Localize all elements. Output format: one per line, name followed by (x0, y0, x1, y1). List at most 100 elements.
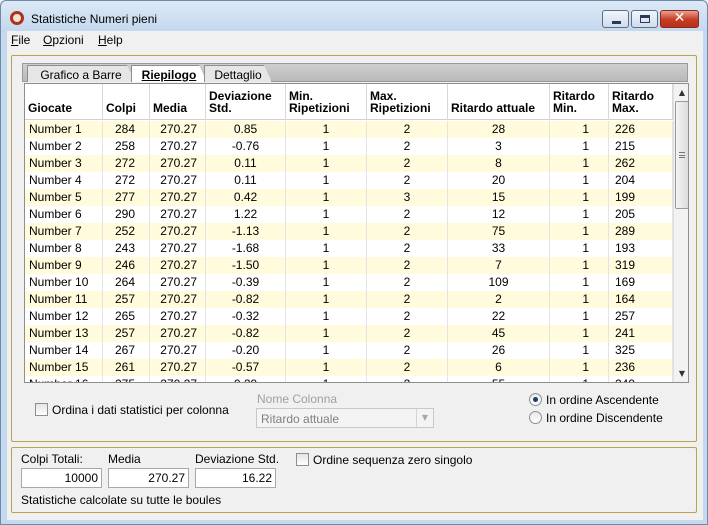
table-row[interactable]: Number 12 265 270.27 -0.32 1 2 22 1 257 (25, 308, 673, 325)
table-row[interactable]: Number 14 267 270.27 -0.20 1 2 26 1 325 (25, 342, 673, 359)
table-row[interactable]: Number 11 257 270.27 -0.82 1 2 2 1 164 (25, 291, 673, 308)
table-row[interactable]: Number 2 258 270.27 -0.76 1 2 3 1 215 (25, 138, 673, 155)
scroll-up-icon[interactable]: ▲ (674, 84, 688, 101)
table-cell: 2 (367, 342, 448, 359)
maximize-button[interactable] (631, 10, 658, 28)
tab-strip: Grafico a Barre Riepilogo Dettaglio (22, 63, 688, 82)
window-title: Statistiche Numeri pieni (31, 12, 158, 26)
table-row[interactable]: Number 5 277 270.27 0.42 1 3 15 1 199 (25, 189, 673, 206)
table-row[interactable]: Number 7 252 270.27 -1.13 1 2 75 1 289 (25, 223, 673, 240)
minimize-button[interactable] (602, 10, 629, 28)
table-cell: 22 (448, 308, 550, 325)
table-cell: 2 (367, 376, 448, 382)
table-cell: 270.27 (150, 206, 206, 223)
column-header[interactable]: Deviazione Std. (206, 84, 286, 120)
table-cell: Number 12 (25, 308, 103, 325)
table-row[interactable]: Number 3 272 270.27 0.11 1 2 8 1 262 (25, 155, 673, 172)
table-cell: 2 (367, 223, 448, 240)
table-cell: 205 (609, 206, 673, 223)
footnote: Statistiche calcolate su tutte le boules (21, 493, 222, 507)
close-button[interactable]: ✕ (660, 10, 699, 28)
table-cell: 1 (550, 138, 609, 155)
table-cell: -0.82 (206, 325, 286, 342)
table-cell: 270.27 (150, 155, 206, 172)
table-cell: 270.27 (150, 291, 206, 308)
table-cell: 1 (286, 308, 367, 325)
table-cell: -0.76 (206, 138, 286, 155)
column-header[interactable]: Ritardo Max. (609, 84, 673, 120)
menu-file[interactable]: File (11, 33, 30, 47)
table-cell: 1 (286, 206, 367, 223)
scroll-down-icon[interactable]: ▼ (674, 365, 688, 382)
colpi-totali-label: Colpi Totali: (21, 452, 83, 466)
ascending-radio[interactable] (529, 393, 542, 406)
table-row[interactable]: Number 8 243 270.27 -1.68 1 2 33 1 193 (25, 240, 673, 257)
chevron-down-icon[interactable]: ▼ (416, 409, 433, 427)
close-icon: ✕ (673, 10, 686, 26)
tab-dettaglio[interactable]: Dettaglio (204, 65, 272, 82)
column-header[interactable]: Colpi (103, 84, 150, 120)
deviazione-value: 16.22 (195, 468, 276, 488)
table-cell: 2 (448, 291, 550, 308)
table-cell: 1 (550, 308, 609, 325)
column-header[interactable]: Ritardo Min. (550, 84, 609, 120)
scroll-thumb[interactable] (675, 101, 688, 209)
table-row[interactable]: Number 9 246 270.27 -1.50 1 2 7 1 319 (25, 257, 673, 274)
table-cell: 1 (550, 342, 609, 359)
table-cell: 270.27 (150, 376, 206, 382)
table-cell: 1 (286, 325, 367, 342)
table-cell: 12 (448, 206, 550, 223)
menu-opzioni[interactable]: Opzioni (43, 33, 84, 47)
table-row[interactable]: Number 1 284 270.27 0.85 1 2 28 1 226 (25, 121, 673, 138)
table-cell: 1 (286, 138, 367, 155)
table-cell: 284 (103, 121, 150, 138)
table-cell: 270.27 (150, 240, 206, 257)
table-cell: 1 (550, 155, 609, 172)
table-cell: 267 (103, 342, 150, 359)
table-cell: 258 (103, 138, 150, 155)
table-row[interactable]: Number 16275270.270.2912551249 (25, 376, 673, 382)
ascending-label: In ordine Ascendente (546, 393, 659, 407)
column-header[interactable]: Max. Ripetizioni (367, 84, 448, 120)
sort-by-column-checkbox[interactable] (35, 403, 48, 416)
column-name-select[interactable]: Ritardo attuale ▼ (256, 408, 434, 428)
column-header[interactable]: Ritardo attuale (448, 84, 550, 120)
stats-table[interactable]: Giocate Colpi Media Deviazione Std. Min. Rip… (24, 83, 689, 383)
table-cell: 1 (286, 291, 367, 308)
table-cell: -0.20 (206, 342, 286, 359)
table-cell: 20 (448, 172, 550, 189)
table-cell: 2 (367, 308, 448, 325)
table-cell: 243 (103, 240, 150, 257)
zero-sequence-label: Ordine sequenza zero singolo (313, 453, 473, 467)
table-cell: 3 (367, 189, 448, 206)
media-label: Media (108, 452, 141, 466)
table-cell: 2 (367, 257, 448, 274)
table-cell: 2 (367, 240, 448, 257)
menu-help[interactable]: Help (98, 33, 123, 47)
table-cell: 1 (550, 376, 609, 382)
table-cell: 1 (550, 274, 609, 291)
tab-grafico-a-barre[interactable]: Grafico a Barre (27, 65, 135, 82)
tab-riepilogo[interactable]: Riepilogo (131, 65, 207, 82)
table-row[interactable]: Number 4 272 270.27 0.11 1 2 20 1 204 (25, 172, 673, 189)
table-row[interactable]: Number 13 257 270.27 -0.82 1 2 45 1 241 (25, 325, 673, 342)
descending-radio[interactable] (529, 411, 542, 424)
table-cell: Number 6 (25, 206, 103, 223)
zero-sequence-checkbox[interactable] (296, 453, 309, 466)
table-cell: 109 (448, 274, 550, 291)
table-cell: 241 (609, 325, 673, 342)
table-row[interactable]: Number 10 264 270.27 -0.39 1 2 109 1 169 (25, 274, 673, 291)
column-header[interactable]: Giocate (25, 84, 103, 120)
table-row[interactable]: Number 15 261 270.27 -0.57 1 2 6 1 236 (25, 359, 673, 376)
table-row[interactable]: Number 6 290 270.27 1.22 1 2 12 1 205 (25, 206, 673, 223)
column-header[interactable]: Media (150, 84, 206, 120)
title-bar[interactable]: Statistiche Numeri pieni ✕ (1, 1, 707, 31)
table-cell: 3 (448, 138, 550, 155)
table-cell: 277 (103, 189, 150, 206)
table-cell: 1 (286, 240, 367, 257)
media-value: 270.27 (108, 468, 189, 488)
table-cell: 215 (609, 138, 673, 155)
table-cell: 33 (448, 240, 550, 257)
vertical-scrollbar[interactable]: ▲ ▼ (673, 84, 688, 382)
column-header[interactable]: Min. Ripetizioni (286, 84, 367, 120)
